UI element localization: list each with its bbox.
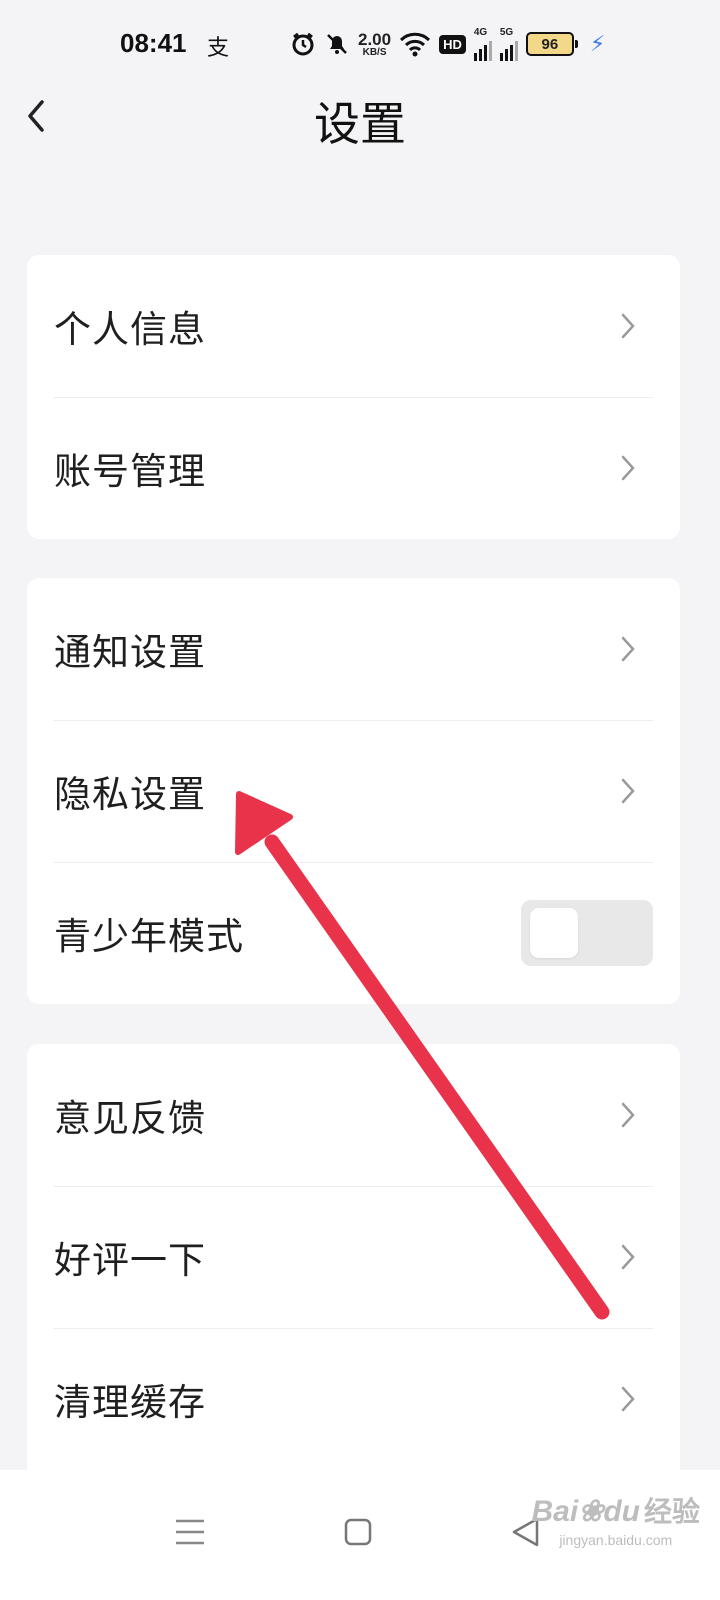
- status-icons: 2.00 KB/S HD 4G 5G 96 ⚡: [290, 26, 605, 62]
- row-label: 清理缓存: [54, 1381, 206, 1424]
- row-teen-mode: 青少年模式: [27, 862, 680, 1004]
- wifi-icon: [399, 31, 431, 57]
- watermark-logo: Bai❀du 经验: [531, 1495, 701, 1528]
- settings-group-account: 个人信息 账号管理: [27, 255, 680, 539]
- signal-4g-icon: 4G: [473, 27, 492, 61]
- network-speed-unit: KB/S: [362, 46, 387, 58]
- charging-icon: ⚡: [589, 31, 606, 57]
- row-label: 隐私设置: [54, 773, 206, 816]
- chevron-right-icon: [621, 636, 635, 662]
- battery-level: 96: [525, 32, 574, 56]
- row-feedback[interactable]: 意见反馈: [27, 1044, 680, 1186]
- row-label: 青少年模式: [54, 915, 244, 958]
- row-privacy-settings[interactable]: 隐私设置: [27, 720, 680, 862]
- signal-4g-label: 4G: [473, 27, 488, 38]
- teen-mode-toggle[interactable]: [521, 900, 653, 966]
- network-speed-value: 2.00: [358, 29, 392, 49]
- toggle-knob: [530, 908, 578, 958]
- chevron-right-icon: [621, 778, 635, 804]
- menu-icon: [176, 1519, 204, 1545]
- chevron-right-icon: [621, 1386, 635, 1412]
- chevron-right-icon: [621, 1244, 635, 1270]
- row-label: 个人信息: [54, 308, 206, 351]
- hd-icon: HD: [439, 34, 466, 54]
- watermark-url: jingyan.baidu.com: [559, 1532, 673, 1548]
- home-icon: [344, 1518, 372, 1546]
- row-label: 意见反馈: [54, 1097, 206, 1140]
- status-bar: 08:41 支 2.00 KB/S HD 4G 5G 96 ⚡: [0, 0, 720, 90]
- mute-icon: [324, 31, 350, 57]
- row-label: 好评一下: [54, 1239, 206, 1282]
- baidu-watermark: Bai❀du 经验 jingyan.baidu.com: [532, 1490, 701, 1548]
- row-clear-cache[interactable]: 清理缓存: [27, 1328, 680, 1470]
- chevron-right-icon: [621, 1102, 635, 1128]
- row-notification-settings[interactable]: 通知设置: [27, 578, 680, 720]
- row-personal-info[interactable]: 个人信息: [27, 255, 680, 397]
- network-speed: 2.00 KB/S: [358, 31, 391, 58]
- chevron-right-icon: [621, 455, 635, 481]
- row-account-management[interactable]: 账号管理: [27, 397, 680, 539]
- row-rate-app[interactable]: 好评一下: [27, 1186, 680, 1328]
- chevron-right-icon: [621, 313, 635, 339]
- signal-5g-icon: 5G: [499, 27, 518, 61]
- alipay-icon: 支: [207, 36, 230, 61]
- settings-group-misc: 意见反馈 好评一下 清理缓存: [27, 1044, 680, 1484]
- page-title: 设置: [314, 97, 406, 151]
- alarm-icon: [290, 31, 316, 57]
- status-time: 08:41: [120, 28, 187, 58]
- home-button[interactable]: [328, 1502, 388, 1562]
- row-label: 通知设置: [54, 631, 206, 674]
- row-label: 账号管理: [54, 450, 206, 493]
- paw-icon: ❀: [578, 1495, 604, 1528]
- settings-group-privacy: 通知设置 隐私设置 青少年模式: [27, 578, 680, 1004]
- menu-button[interactable]: [160, 1502, 220, 1562]
- battery-icon: 96: [525, 32, 578, 56]
- signal-5g-label: 5G: [499, 27, 514, 38]
